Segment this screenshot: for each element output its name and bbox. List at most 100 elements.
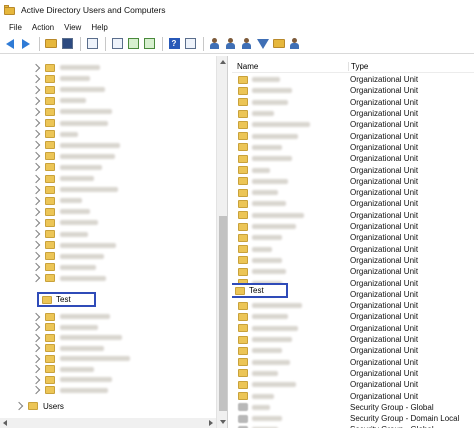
list-row[interactable]: Organizational Unit <box>232 390 474 401</box>
chevron-right-icon[interactable] <box>31 129 41 139</box>
chevron-right-icon[interactable] <box>31 312 41 321</box>
refresh-icon[interactable] <box>126 37 140 51</box>
list-row[interactable]: Organizational Unit <box>232 187 474 198</box>
list-row[interactable]: Organizational Unit <box>232 232 474 243</box>
chevron-right-icon[interactable] <box>31 174 41 183</box>
list-row[interactable]: Organizational Unit <box>232 142 474 153</box>
chevron-right-icon[interactable] <box>31 240 41 250</box>
tree-item[interactable] <box>0 311 110 322</box>
tree-item[interactable] <box>0 84 105 95</box>
copy-icon[interactable] <box>142 37 156 51</box>
tree-item[interactable] <box>0 273 106 284</box>
list-row[interactable]: Organizational Unit <box>232 74 474 85</box>
list-row[interactable]: Organizational Unit <box>232 334 474 345</box>
show-pane-icon[interactable] <box>183 37 197 51</box>
list-row[interactable]: Organizational Unit <box>232 311 474 322</box>
tree-item[interactable] <box>0 95 86 106</box>
list-row[interactable]: Organizational Unit <box>232 210 474 221</box>
chevron-right-icon[interactable] <box>31 375 41 384</box>
chevron-right-icon[interactable] <box>31 218 41 228</box>
details-list-pane[interactable]: Name Type Organizational Unit Organizatio… <box>232 56 474 428</box>
list-row[interactable]: Security Group - Global <box>232 424 474 428</box>
scroll-left-icon[interactable] <box>3 420 7 426</box>
tree-item[interactable] <box>0 184 118 195</box>
chevron-right-icon[interactable] <box>31 196 41 205</box>
tree-item[interactable] <box>0 151 115 162</box>
chevron-right-icon[interactable] <box>31 333 41 342</box>
users-icon[interactable] <box>208 37 222 51</box>
details-view-icon[interactable] <box>60 37 74 51</box>
chevron-right-icon[interactable] <box>31 207 41 217</box>
chevron-right-icon[interactable] <box>31 74 41 83</box>
export-icon[interactable] <box>110 37 124 51</box>
tree-item[interactable] <box>0 240 116 251</box>
chevron-right-icon[interactable] <box>31 185 41 194</box>
tree-item[interactable] <box>0 229 88 240</box>
tree-item[interactable] <box>0 374 112 385</box>
list-row[interactable]: Organizational Unit <box>232 345 474 356</box>
tree-item[interactable] <box>0 173 94 184</box>
chevron-right-icon[interactable] <box>31 229 41 239</box>
chevron-right-icon[interactable] <box>14 401 24 411</box>
chevron-right-icon[interactable] <box>31 96 41 106</box>
list-row[interactable]: Organizational Unit <box>232 323 474 334</box>
list-row[interactable]: Organizational Unit <box>232 97 474 108</box>
list-row[interactable]: Organizational Unit <box>232 164 474 175</box>
list-row[interactable]: Organizational Unit <box>232 119 474 130</box>
list-row[interactable]: Organizational Unit <box>232 357 474 368</box>
tree-horizontal-scrollbar[interactable] <box>0 418 216 428</box>
tree-vertical-scrollbar[interactable] <box>216 56 227 428</box>
chevron-right-icon[interactable] <box>31 251 41 261</box>
menu-view[interactable]: View <box>59 23 86 32</box>
column-header-type[interactable]: Type <box>348 61 368 71</box>
list-row[interactable]: Organizational Unit <box>232 131 474 142</box>
tree-item[interactable] <box>0 206 90 217</box>
folder-icon[interactable] <box>44 37 58 51</box>
list-row[interactable]: Organizational Unit <box>232 368 474 379</box>
forward-arrow-icon[interactable] <box>19 37 33 51</box>
menu-action[interactable]: Action <box>27 23 59 32</box>
tree-item[interactable] <box>0 118 108 129</box>
tree-item-users[interactable]: Users <box>14 400 64 412</box>
chevron-right-icon[interactable] <box>31 322 41 332</box>
list-row[interactable]: Organizational Unit <box>232 300 474 311</box>
add-user-icon[interactable] <box>224 37 238 51</box>
chevron-right-icon[interactable] <box>31 140 41 150</box>
tree-item[interactable] <box>0 322 98 333</box>
list-row[interactable]: Organizational Unit <box>232 255 474 266</box>
list-row[interactable]: Organizational Unit <box>232 176 474 187</box>
list-row[interactable]: Organizational Unit <box>232 266 474 277</box>
tree-item[interactable] <box>0 251 104 262</box>
console-tree-pane[interactable]: Test Users <box>0 56 228 428</box>
tree-item[interactable] <box>0 332 122 343</box>
tree-item[interactable] <box>0 353 130 364</box>
tree-item[interactable] <box>0 73 90 84</box>
chevron-right-icon[interactable] <box>31 343 41 353</box>
filter-icon[interactable] <box>256 37 270 51</box>
tree-item[interactable] <box>0 364 94 375</box>
add-group-icon[interactable] <box>240 37 254 51</box>
list-row[interactable]: Security Group - Domain Local <box>232 413 474 424</box>
properties-icon[interactable] <box>85 37 99 51</box>
delegate-icon[interactable] <box>288 37 302 51</box>
list-row[interactable]: Organizational Unit <box>232 221 474 232</box>
chevron-right-icon[interactable] <box>31 354 41 363</box>
chevron-right-icon[interactable] <box>31 274 41 283</box>
list-row[interactable]: Organizational Unit <box>232 244 474 255</box>
chevron-right-icon[interactable] <box>31 107 41 117</box>
tree-item[interactable] <box>0 140 120 151</box>
tree-item[interactable] <box>0 343 104 354</box>
tree-item[interactable] <box>0 62 100 73</box>
find-icon[interactable] <box>272 37 286 51</box>
tree-item[interactable] <box>0 217 98 228</box>
scroll-thumb[interactable] <box>219 216 227 411</box>
tree-item[interactable] <box>0 262 96 273</box>
tree-item[interactable] <box>0 129 78 140</box>
tree-item[interactable] <box>0 195 82 206</box>
help-icon[interactable]: ? <box>167 37 181 51</box>
chevron-right-icon[interactable] <box>31 263 41 272</box>
list-row[interactable]: Security Group - Global <box>232 402 474 413</box>
chevron-right-icon[interactable] <box>31 152 41 161</box>
scroll-up-icon[interactable] <box>220 60 226 64</box>
chevron-right-icon[interactable] <box>31 118 41 128</box>
